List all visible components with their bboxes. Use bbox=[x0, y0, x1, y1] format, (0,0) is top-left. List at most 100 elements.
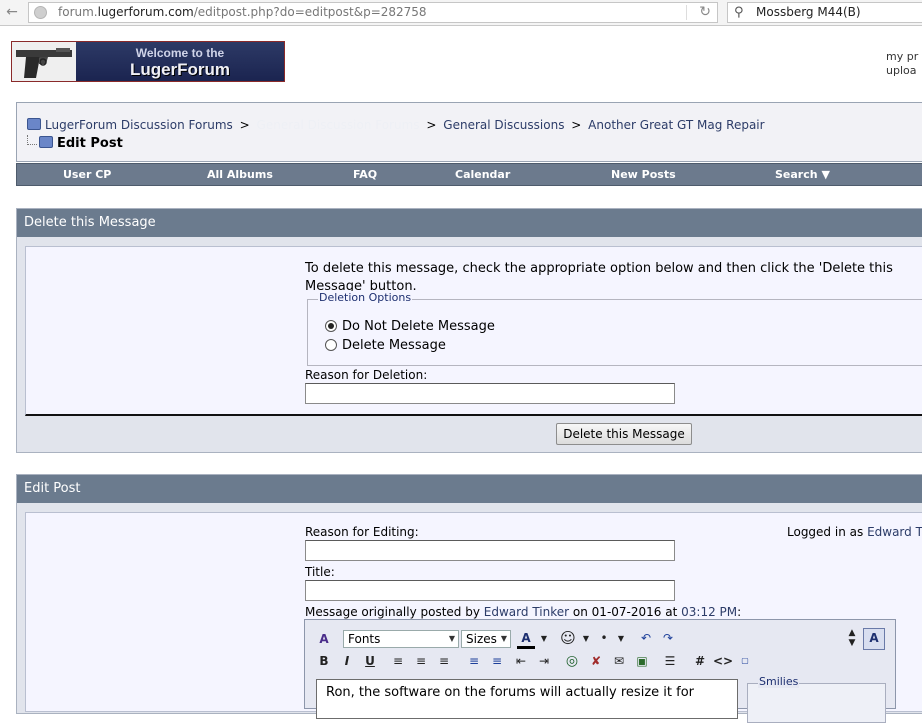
caret-down-icon: ▼ bbox=[821, 168, 830, 181]
upload-link[interactable]: uploa bbox=[886, 64, 918, 78]
redo-icon[interactable]: ↷ bbox=[659, 629, 677, 647]
logo-tagline: Welcome to the bbox=[135, 46, 225, 60]
breadcrumb-thread[interactable]: Another Great GT Mag Repair bbox=[588, 118, 764, 132]
menu-calendar[interactable]: Calendar bbox=[455, 167, 510, 183]
title-input[interactable] bbox=[305, 580, 675, 601]
address-bar[interactable]: forum.lugerforum.com/editpost.php?do=edi… bbox=[28, 2, 718, 23]
deletion-reason-input[interactable] bbox=[305, 383, 675, 404]
browser-toolbar: ← forum.lugerforum.com/editpost.php?do=e… bbox=[0, 0, 922, 26]
deletion-options-legend: Deletion Options bbox=[318, 291, 413, 304]
breadcrumb-general-discussion-forums[interactable]: General Discussion Forums bbox=[257, 118, 420, 132]
url-text: forum.lugerforum.com/editpost.php?do=edi… bbox=[58, 5, 427, 19]
bold-icon[interactable]: B bbox=[315, 652, 333, 670]
logo-title: LugerForum bbox=[129, 60, 231, 79]
back-arrow-icon[interactable]: ← bbox=[4, 4, 20, 20]
php-code-icon[interactable]: ▢ bbox=[736, 652, 754, 670]
remove-link-icon[interactable]: ✘ bbox=[587, 652, 605, 670]
edit-reason-label: Reason for Editing: bbox=[305, 525, 419, 539]
wrap-code-icon[interactable]: # bbox=[691, 652, 709, 670]
attachment-dropdown-icon[interactable]: ▼ bbox=[612, 630, 630, 648]
resize-arrows-icon[interactable]: ▲ ▼ bbox=[843, 628, 861, 648]
menu-new-posts[interactable]: New Posts bbox=[611, 167, 676, 183]
outdent-icon[interactable]: ⇤ bbox=[512, 652, 530, 670]
smiley-icon[interactable]: ☺ bbox=[559, 629, 577, 647]
globe-icon bbox=[34, 6, 47, 19]
logo-banner: Welcome to the LugerForum bbox=[76, 42, 284, 81]
radio-do-not-delete[interactable] bbox=[325, 320, 337, 332]
tree-connector bbox=[27, 135, 37, 145]
logged-in-info: Logged in as Edward Tin bbox=[787, 525, 922, 539]
search-text: Mossberg M44(B) bbox=[756, 5, 861, 19]
edit-reason-input[interactable] bbox=[305, 540, 675, 561]
forum-folder-icon[interactable] bbox=[27, 118, 41, 130]
posted-on-text: on bbox=[572, 605, 588, 619]
quote-icon[interactable]: ☰ bbox=[661, 652, 679, 670]
logged-in-prefix: Logged in as bbox=[787, 525, 864, 539]
font-select-value: Fonts bbox=[348, 632, 381, 646]
email-link-icon[interactable]: ✉ bbox=[610, 652, 628, 670]
breadcrumb-home[interactable]: LugerForum Discussion Forums bbox=[45, 118, 233, 132]
deletion-options-fieldset: Deletion Options Do Not Delete Message D… bbox=[307, 291, 922, 366]
posted-user-link[interactable]: Edward Tinker bbox=[484, 605, 569, 619]
insert-link-icon[interactable]: ◎ bbox=[563, 652, 581, 670]
posted-prefix: Message originally posted by bbox=[305, 605, 480, 619]
size-select-value: Sizes bbox=[466, 632, 497, 646]
original-post-info: Message originally posted by Edward Tink… bbox=[305, 605, 741, 619]
menu-all-albums[interactable]: All Albums bbox=[207, 167, 273, 183]
color-dropdown-icon[interactable]: ▼ bbox=[535, 630, 553, 648]
logged-in-user-link[interactable]: Edward Tin bbox=[867, 525, 922, 539]
menu-user-cp[interactable]: User CP bbox=[63, 167, 111, 183]
ordered-list-icon[interactable]: ≡ bbox=[465, 652, 483, 670]
delete-panel-title: Delete this Message bbox=[17, 209, 922, 237]
radio-delete[interactable] bbox=[325, 339, 337, 351]
size-select[interactable]: Sizes ▼ bbox=[461, 630, 511, 648]
smiley-dropdown-icon[interactable]: ▼ bbox=[577, 630, 595, 648]
open-folder-icon bbox=[39, 136, 53, 148]
breadcrumb-separator: > bbox=[571, 118, 582, 132]
attachment-icon[interactable]: • bbox=[595, 629, 613, 647]
underline-icon[interactable]: U bbox=[361, 652, 379, 670]
align-center-icon[interactable]: ≡ bbox=[412, 652, 430, 670]
site-logo[interactable]: Welcome to the LugerForum bbox=[11, 41, 285, 82]
dropdown-arrow-icon: ▼ bbox=[448, 634, 455, 643]
switch-editor-mode-icon[interactable]: A bbox=[863, 628, 885, 650]
breadcrumb-panel: LugerForum Discussion Forums > General D… bbox=[16, 102, 922, 162]
unordered-list-icon[interactable]: ≡ bbox=[488, 652, 506, 670]
posted-at-text: at bbox=[665, 605, 678, 619]
message-textarea[interactable]: Ron, the software on the forums will act… bbox=[316, 679, 738, 719]
align-right-icon[interactable]: ≡ bbox=[435, 652, 453, 670]
breadcrumb-general-discussions[interactable]: General Discussions bbox=[443, 118, 564, 132]
my-profile-link[interactable]: my pr bbox=[886, 50, 918, 64]
delete-panel-body: To delete this message, check the approp… bbox=[25, 246, 922, 416]
deletion-reason-label: Reason for Deletion: bbox=[305, 368, 428, 382]
font-select[interactable]: Fonts ▼ bbox=[343, 630, 459, 648]
browser-search-input[interactable]: ⚲ Mossberg M44(B) bbox=[727, 2, 922, 23]
header-links: my pr uploa bbox=[886, 50, 918, 78]
posted-date: 01-07-2016 bbox=[591, 605, 662, 619]
menu-faq[interactable]: FAQ bbox=[353, 167, 377, 183]
text-color-icon[interactable]: A bbox=[517, 629, 535, 649]
luger-pistol-image bbox=[12, 42, 76, 81]
title-label: Title: bbox=[305, 565, 335, 579]
radio-do-not-delete-label[interactable]: Do Not Delete Message bbox=[342, 319, 495, 334]
dropdown-arrow-icon: ▼ bbox=[500, 634, 507, 643]
delete-message-button[interactable]: Delete this Message bbox=[556, 423, 692, 445]
search-icon: ⚲ bbox=[734, 5, 744, 20]
html-code-icon[interactable]: <> bbox=[713, 652, 733, 670]
radio-delete-label[interactable]: Delete Message bbox=[342, 338, 446, 353]
undo-icon[interactable]: ↶ bbox=[637, 629, 655, 647]
italic-icon[interactable]: I bbox=[338, 652, 356, 670]
page-title-text: Edit Post bbox=[57, 136, 123, 151]
reload-icon[interactable]: ↻ bbox=[699, 3, 711, 22]
navbar: User CP All Albums FAQ Calendar New Post… bbox=[16, 163, 922, 186]
page-title: Edit Post bbox=[27, 135, 123, 151]
menu-search[interactable]: Search ▼ bbox=[775, 167, 830, 183]
menu-search-label: Search bbox=[775, 168, 818, 181]
insert-image-icon[interactable]: ▣ bbox=[633, 652, 651, 670]
align-left-icon[interactable]: ≡ bbox=[389, 652, 407, 670]
edit-panel-title: Edit Post bbox=[17, 475, 922, 503]
remove-format-icon[interactable]: A bbox=[315, 630, 333, 648]
breadcrumb-separator: > bbox=[426, 118, 437, 132]
message-editor: A Fonts ▼ Sizes ▼ A ▼ ☺ ▼ • ▼ ↶ ↷ ▲ ▼ A B I… bbox=[304, 619, 896, 723]
indent-icon[interactable]: ⇥ bbox=[535, 652, 553, 670]
